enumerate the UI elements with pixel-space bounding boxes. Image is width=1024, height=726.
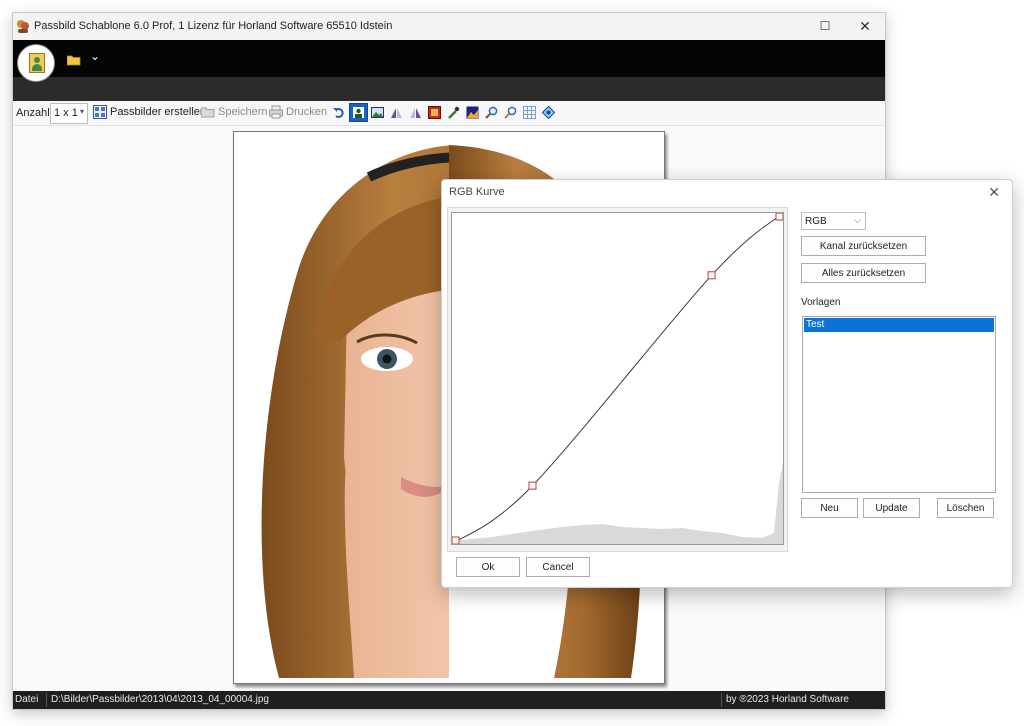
grid-icon <box>523 106 536 119</box>
status-separator <box>721 693 722 707</box>
select-portrait-icon <box>353 107 364 118</box>
templates-list[interactable]: Test <box>802 316 996 493</box>
flip-vertical-icon <box>410 108 421 118</box>
curve-graph[interactable] <box>451 212 784 545</box>
delete-template-button[interactable]: Löschen <box>937 498 994 518</box>
chevron-down-icon: ⌄ <box>90 49 101 63</box>
color-adjust-icon <box>428 106 441 119</box>
list-item[interactable]: Test <box>804 318 994 332</box>
ribbon-tab-strip <box>13 77 885 101</box>
chevron-down-icon: ▾ <box>79 107 84 116</box>
status-bar: Datei D:\Bilder\Passbilder\2013\04\2013_… <box>13 691 885 709</box>
print-label: Drucken <box>286 106 327 118</box>
zoom-out-tool[interactable] <box>483 104 500 121</box>
channel-value: RGB <box>805 216 827 227</box>
open-folder-button[interactable]: ⌄ <box>67 49 101 67</box>
folder-icon <box>67 55 81 66</box>
create-passphotos-button[interactable]: Passbilder erstellen <box>93 104 206 122</box>
chevron-down-icon: ⌵ <box>854 215 861 225</box>
status-separator <box>46 693 47 707</box>
passphoto-sheet-icon <box>93 105 107 119</box>
curve-control-point[interactable] <box>775 212 784 221</box>
dialog-title: RGB Kurve <box>449 186 505 198</box>
rotate-diamond-icon <box>542 106 555 119</box>
curve-control-point[interactable] <box>528 481 537 490</box>
app-logo-icon <box>17 20 29 33</box>
rgb-curve-dialog: RGB Kurve ✕ Ok Cancel RGB ⌵ Kanal zurück… <box>441 179 1013 588</box>
flip-horizontal-icon <box>391 108 402 118</box>
curve-control-point[interactable] <box>707 271 716 280</box>
flip-vertical-tool[interactable] <box>407 104 424 121</box>
anzahl-label: Anzahl <box>16 107 50 119</box>
undo-icon <box>333 108 344 118</box>
save-button[interactable]: Speichern <box>201 104 268 122</box>
portrait-icon <box>29 53 45 73</box>
status-credit: by ®2023 Horland Software <box>726 694 849 705</box>
cancel-button[interactable]: Cancel <box>526 557 590 577</box>
ribbon-bar <box>13 40 885 77</box>
update-template-button[interactable]: Update <box>863 498 920 518</box>
templates-label: Vorlagen <box>801 297 841 308</box>
status-file-label: Datei <box>15 694 39 705</box>
window-title: Passbild Schablone 6.0 Prof, 1 Lizenz fü… <box>34 20 393 32</box>
printer-icon <box>269 105 283 119</box>
curve-editor[interactable] <box>451 212 784 545</box>
create-passphotos-label: Passbilder erstellen <box>110 106 206 118</box>
control-points <box>451 212 784 545</box>
flip-horizontal-tool[interactable] <box>388 104 405 121</box>
print-button[interactable]: Drucken <box>269 104 327 122</box>
dialog-close-button[interactable]: ✕ <box>988 184 1000 201</box>
curve-control-point[interactable] <box>451 536 460 545</box>
color-adjust-tool[interactable] <box>426 104 443 121</box>
close-button[interactable]: ✕ <box>845 13 885 40</box>
pipette-tool[interactable] <box>445 104 462 121</box>
anzahl-select[interactable]: 1 x 1 ▾ <box>50 103 88 124</box>
reset-all-button[interactable]: Alles zurücksetzen <box>801 263 926 283</box>
grid-tool[interactable] <box>521 104 538 121</box>
maximize-button[interactable]: ☐ <box>805 13 845 40</box>
toolbar: Anzahl 1 x 1 ▾ Passbilder erstellen Spei… <box>13 101 885 126</box>
curve-panel <box>447 207 788 552</box>
image-tool[interactable] <box>369 104 386 121</box>
image-icon <box>371 107 384 118</box>
zoom-out-icon <box>485 106 498 119</box>
title-bar[interactable]: Passbild Schablone 6.0 Prof, 1 Lizenz fü… <box>13 13 885 40</box>
select-portrait-tool[interactable] <box>349 103 368 122</box>
reset-channel-button[interactable]: Kanal zurücksetzen <box>801 236 926 256</box>
folder-save-icon <box>201 107 215 118</box>
undo-button[interactable] <box>331 104 348 121</box>
channel-select[interactable]: RGB ⌵ <box>801 212 866 230</box>
rotate-diamond-tool[interactable] <box>540 104 557 121</box>
histogram <box>452 463 783 544</box>
save-label: Speichern <box>218 106 268 118</box>
anzahl-value: 1 x 1 <box>54 107 78 119</box>
curve-line <box>451 212 784 545</box>
image-tone-icon <box>466 106 479 119</box>
app-menu-button[interactable] <box>17 44 55 82</box>
pipette-icon <box>448 106 460 119</box>
new-template-button[interactable]: Neu <box>801 498 858 518</box>
status-file-path: D:\Bilder\Passbilder\2013\04\2013_04_000… <box>51 694 269 705</box>
image-tone-tool[interactable] <box>464 104 481 121</box>
zoom-in-tool[interactable] <box>502 104 519 121</box>
zoom-in-icon <box>504 106 517 119</box>
ok-button[interactable]: Ok <box>456 557 520 577</box>
